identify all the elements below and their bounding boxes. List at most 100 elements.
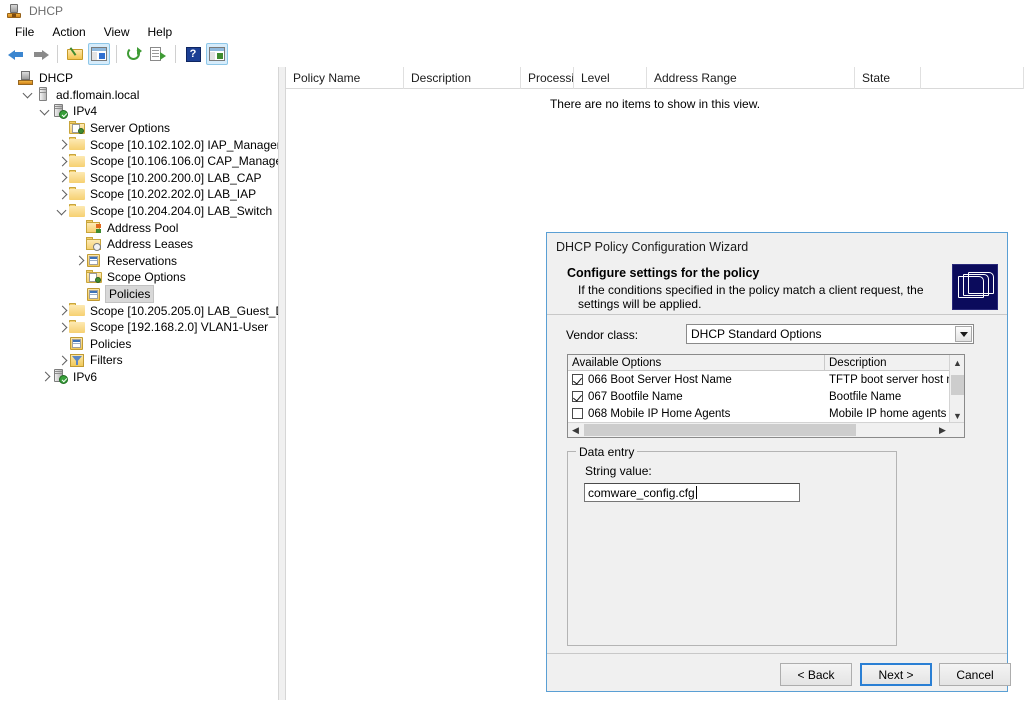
filters-icon (69, 353, 85, 368)
tree-node[interactable]: Server Options (0, 120, 278, 137)
chevron-collapsed-icon[interactable] (39, 370, 52, 383)
list-column-header[interactable]: Policy Name (286, 67, 404, 89)
option-name-text: 068 Mobile IP Home Agents (588, 408, 730, 420)
next-button[interactable]: Next > (860, 663, 932, 686)
option-checkbox[interactable] (572, 391, 583, 402)
available-option-row[interactable]: 068 Mobile IP Home AgentsMobile IP home … (568, 405, 964, 422)
option-checkbox[interactable] (572, 408, 583, 419)
toolbar-back-button[interactable] (5, 43, 27, 65)
option-checkbox[interactable] (572, 374, 583, 385)
available-options-list[interactable]: Available Options Description 066 Boot S… (567, 354, 965, 438)
chevron-collapsed-icon[interactable] (56, 321, 69, 334)
chevron-left-icon[interactable]: ◀ (568, 423, 583, 437)
ipv6-icon (52, 369, 68, 384)
options-vertical-scrollbar[interactable]: ▲ ▼ (949, 355, 964, 423)
vendor-class-dropdown[interactable]: DHCP Standard Options (686, 324, 974, 344)
menu-view[interactable]: View (95, 23, 139, 41)
chevron-collapsed-icon[interactable] (56, 155, 69, 168)
chevron-up-icon[interactable]: ▲ (950, 355, 965, 370)
list-view-empty-message: There are no items to show in this view. (286, 97, 1024, 111)
tree-node[interactable]: Scope [192.168.2.0] VLAN1-User (0, 319, 278, 336)
list-column-header[interactable]: Description (404, 67, 521, 89)
tree-node[interactable]: Scope [10.102.102.0] IAP_Management (0, 136, 278, 153)
tree-node[interactable]: Address Leases (0, 236, 278, 253)
tree-node-label: Scope [10.102.102.0] IAP_Management (90, 137, 278, 153)
chevron-collapsed-icon[interactable] (56, 171, 69, 184)
tree-node[interactable]: Scope [10.106.106.0] CAP_Management (0, 153, 278, 170)
tree-node[interactable]: Policies (0, 336, 278, 353)
chevron-collapsed-icon[interactable] (56, 188, 69, 201)
tree-node-label: Scope Options (107, 269, 186, 285)
tree-node[interactable]: Filters (0, 352, 278, 369)
tree-node[interactable]: Scope [10.204.204.0] LAB_Switch (0, 203, 278, 220)
scroll-thumb-horizontal[interactable] (584, 424, 856, 436)
available-option-row[interactable]: 066 Boot Server Host NameTFTP boot serve… (568, 371, 964, 388)
menu-action[interactable]: Action (43, 23, 94, 41)
tree-node[interactable]: Scope Options (0, 269, 278, 286)
chevron-down-icon[interactable]: ▼ (950, 408, 965, 423)
toolbar-refresh-button[interactable] (123, 43, 145, 65)
list-column-header[interactable]: Level (574, 67, 647, 89)
string-value-text: comware_config.cfg (588, 486, 695, 500)
menu-help[interactable]: Help (139, 23, 182, 41)
tree-node[interactable]: IPv4 (0, 103, 278, 120)
toolbar-action-pane-button[interactable] (206, 43, 228, 65)
string-value-input[interactable]: comware_config.cfg (584, 483, 800, 502)
text-caret (696, 486, 697, 499)
options-horizontal-scrollbar[interactable]: ◀ ▶ (568, 422, 965, 437)
tree-node[interactable]: Address Pool (0, 219, 278, 236)
cancel-button[interactable]: Cancel (939, 663, 1011, 686)
chevron-expanded-icon[interactable] (22, 88, 35, 101)
chevron-collapsed-icon[interactable] (56, 354, 69, 367)
chevron-expanded-icon[interactable] (39, 105, 52, 118)
refresh-icon (126, 47, 142, 61)
forward-arrow-icon (32, 48, 49, 61)
column-header-description[interactable]: Description (825, 355, 952, 371)
toolbar-separator-1 (57, 45, 58, 63)
option-name-text: 066 Boot Server Host Name (588, 374, 732, 386)
policies-icon (86, 287, 102, 302)
window-bottom-filler (0, 700, 1024, 707)
list-column-header[interactable]: Processin... (521, 67, 574, 89)
tree-node[interactable]: IPv6 (0, 369, 278, 386)
options-folder-icon (69, 121, 85, 136)
tree-node[interactable]: Policies (0, 286, 278, 303)
back-button[interactable]: < Back (780, 663, 852, 686)
option-name-cell[interactable]: 067 Bootfile Name (568, 391, 825, 403)
menu-bar: File Action View Help (0, 22, 1024, 42)
toolbar-up-one-level-button[interactable] (64, 43, 86, 65)
list-column-header[interactable] (921, 67, 1024, 89)
available-option-row[interactable]: 067 Bootfile NameBootfile Name (568, 388, 964, 405)
tree-node[interactable]: Scope [10.200.200.0] LAB_CAP (0, 170, 278, 187)
action-pane-icon (209, 47, 225, 61)
toolbar-help-button[interactable]: ? (182, 43, 204, 65)
scroll-thumb-vertical[interactable] (951, 375, 964, 395)
chevron-collapsed-icon[interactable] (56, 304, 69, 317)
tree-node[interactable]: ad.flomain.local (0, 87, 278, 104)
folders-icon (952, 264, 998, 310)
address-pool-icon (86, 220, 102, 235)
column-header-available-options[interactable]: Available Options (568, 355, 825, 371)
chevron-expanded-icon[interactable] (56, 205, 69, 218)
dialog-footer: < Back Next > Cancel (547, 653, 1007, 691)
pane-splitter[interactable] (278, 67, 286, 707)
list-column-header[interactable]: State (855, 67, 921, 89)
menu-file[interactable]: File (6, 23, 43, 41)
tree-node-label: Scope [10.204.204.0] LAB_Switch (90, 203, 272, 219)
tree-node[interactable]: Scope [10.205.205.0] LAB_Guest_DHCP (0, 302, 278, 319)
toolbar-export-list-button[interactable] (147, 43, 169, 65)
list-column-header[interactable]: Address Range (647, 67, 855, 89)
chevron-collapsed-icon[interactable] (73, 254, 86, 267)
toolbar-show-console-tree-button[interactable] (88, 43, 110, 65)
server-icon (35, 87, 51, 102)
option-name-cell[interactable]: 066 Boot Server Host Name (568, 374, 825, 386)
chevron-down-icon[interactable] (955, 326, 972, 342)
tree-node[interactable]: Scope [10.202.202.0] LAB_IAP (0, 186, 278, 203)
chevron-right-icon[interactable]: ▶ (935, 423, 950, 437)
window-title: DHCP (29, 4, 63, 18)
option-name-cell[interactable]: 068 Mobile IP Home Agents (568, 408, 825, 420)
chevron-collapsed-icon[interactable] (56, 138, 69, 151)
tree-node[interactable]: DHCP (0, 70, 278, 87)
toolbar-forward-button[interactable] (29, 43, 51, 65)
tree-node[interactable]: Reservations (0, 253, 278, 270)
